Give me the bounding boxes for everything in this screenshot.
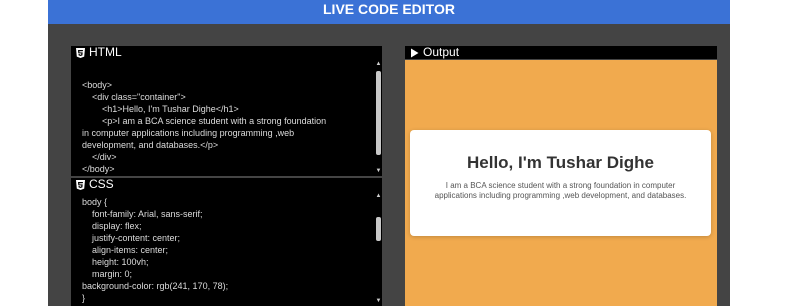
css-code-line: margin: 0; [82, 269, 133, 279]
play-icon [410, 48, 419, 58]
css-code-line: align-items: center; [82, 245, 169, 255]
preview-paragraph: I am a BCA science student with a strong… [434, 181, 687, 200]
html-code-line: </body> [82, 164, 115, 174]
css-code-line: font-family: Arial, sans-serif; [82, 209, 203, 219]
html-code-line: in computer applications including progr… [82, 128, 295, 138]
html-code-line: <h1>Hello, I'm Tushar Dighe</h1> [82, 104, 239, 114]
output-preview[interactable]: Hello, I'm Tushar Dighe I am a BCA scien… [405, 60, 717, 306]
live-code-editor-app: LIVE CODE EDITOR HTML <body> <div class=… [48, 0, 730, 306]
html-panel: HTML <body> <div class="container"> <h1>… [71, 46, 382, 176]
html-panel-header: HTML [71, 46, 382, 59]
scroll-up-arrow-icon[interactable]: ▲ [375, 192, 382, 200]
css-code-editor[interactable]: body { font-family: Arial, sans-serif; d… [71, 191, 382, 306]
html-code-line: <div class="container"> [82, 92, 186, 102]
html-code-line: development, and databases.</p> [82, 140, 219, 150]
css-code-line: justify-content: center; [82, 233, 181, 243]
css-code-line: display: flex; [82, 221, 142, 231]
scroll-up-arrow-icon[interactable]: ▲ [375, 60, 382, 68]
css-panel-title: CSS [89, 177, 114, 191]
css3-icon [76, 179, 85, 190]
html-code-line: <p>I am a BCA science student with a str… [82, 116, 327, 126]
html-editor-scrollbar[interactable]: ▲ ▼ [374, 59, 382, 176]
output-panel: Output [405, 46, 717, 59]
app-title: LIVE CODE EDITOR [48, 0, 730, 24]
scroll-down-arrow-icon[interactable]: ▼ [375, 167, 382, 175]
preview-container-card: Hello, I'm Tushar Dighe I am a BCA scien… [410, 130, 711, 236]
css-panel: CSS body { font-family: Arial, sans-seri… [71, 178, 382, 306]
html-code-editor[interactable]: <body> <div class="container"> <h1>Hello… [71, 59, 382, 176]
preview-heading: Hello, I'm Tushar Dighe [467, 153, 654, 172]
css-editor-scroll-thumb[interactable] [376, 217, 381, 241]
html-panel-title: HTML [89, 45, 122, 59]
css-panel-header: CSS [71, 178, 382, 191]
css-code-line: background-color: rgb(241, 170, 78); [82, 281, 229, 291]
css-code-line: height: 100vh; [82, 257, 149, 267]
output-panel-header: Output [405, 46, 717, 59]
html-code-line: </div> [82, 152, 117, 162]
css-code-line: body { [82, 197, 108, 207]
scroll-down-arrow-icon[interactable]: ▼ [375, 297, 382, 305]
html-editor-scroll-thumb[interactable] [376, 71, 381, 155]
html5-icon [76, 47, 85, 58]
html-code-line: <body> [82, 80, 113, 90]
css-editor-scrollbar[interactable]: ▲ ▼ [374, 191, 382, 306]
css-code-line: } [82, 293, 86, 303]
output-panel-title: Output [423, 45, 460, 59]
